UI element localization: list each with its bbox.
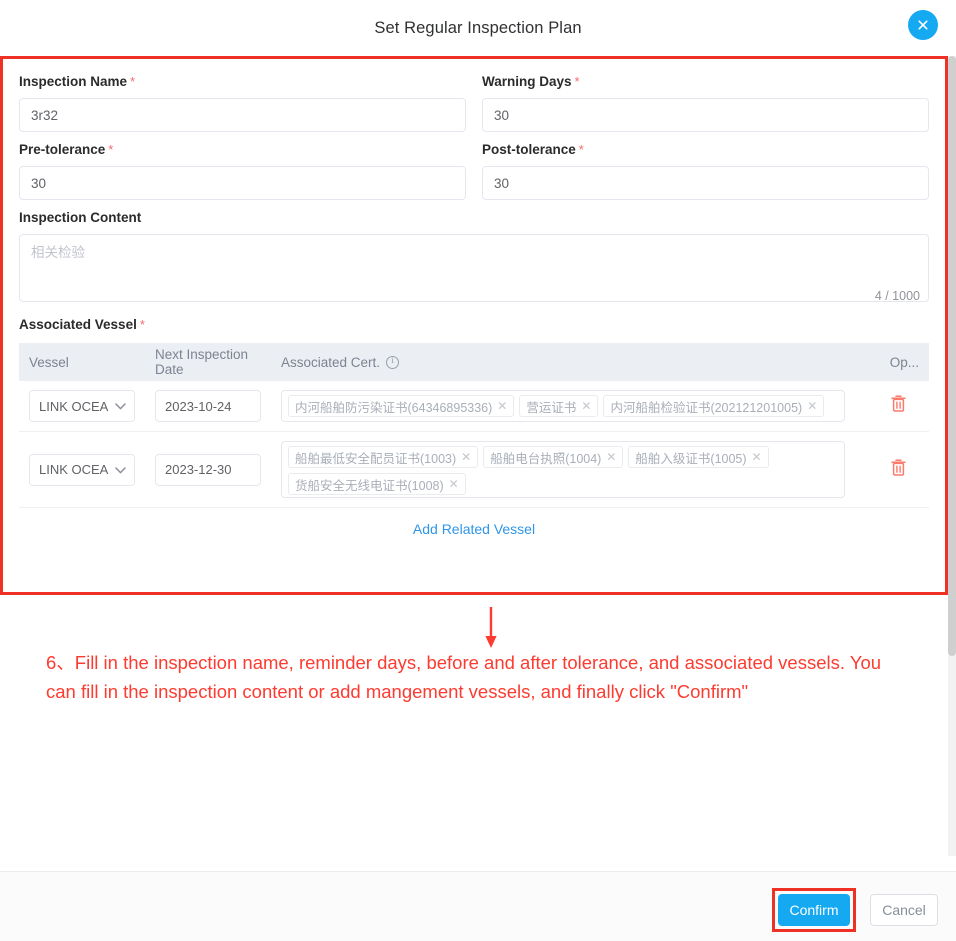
associated-vessel-table: Vessel Next Inspection Date Associated C… bbox=[19, 343, 929, 508]
cancel-button[interactable]: Cancel bbox=[870, 894, 938, 926]
label-warning-days: Warning Days * bbox=[482, 73, 929, 91]
cert-tag-label: 内河船舶防污染证书(64346895336) bbox=[295, 400, 493, 415]
table-row: 船舶最低安全配员证书(1003) ✕ 船舶电台执照(1004) ✕ 船舶入级证书… bbox=[19, 431, 929, 508]
textarea-wrapper: 4 / 1000 bbox=[19, 234, 929, 307]
label-text: Post-tolerance bbox=[482, 142, 576, 157]
vertical-scrollbar-track[interactable] bbox=[948, 56, 956, 856]
cell-date bbox=[145, 381, 271, 432]
dialog-window: Set Regular Inspection Plan Inspection N… bbox=[0, 0, 956, 941]
field-warning-days: Warning Days * bbox=[482, 73, 929, 132]
trash-icon[interactable] bbox=[890, 458, 907, 482]
cell-operation bbox=[855, 431, 929, 508]
info-circle-icon[interactable]: i bbox=[386, 355, 400, 369]
cert-tag-remove-icon[interactable]: ✕ bbox=[581, 400, 591, 412]
th-associated-cert: Associated Cert. i bbox=[271, 343, 855, 381]
cell-vessel bbox=[19, 431, 145, 508]
vertical-scrollbar-thumb[interactable] bbox=[948, 56, 956, 656]
vessel-select-wrapper bbox=[29, 390, 135, 422]
character-counter: 4 / 1000 bbox=[874, 289, 920, 303]
label-text: Warning Days bbox=[482, 74, 572, 89]
cert-tag-remove-icon[interactable]: ✕ bbox=[449, 478, 459, 490]
field-pre-tolerance: Pre-tolerance * bbox=[19, 141, 466, 200]
table-header-row: Vessel Next Inspection Date Associated C… bbox=[19, 343, 929, 381]
th-operation: Op... bbox=[855, 343, 929, 381]
table-header: Vessel Next Inspection Date Associated C… bbox=[19, 343, 929, 381]
cert-tag[interactable]: 营运证书 ✕ bbox=[519, 395, 599, 417]
label-pre-tolerance: Pre-tolerance * bbox=[19, 141, 466, 159]
form-highlight-frame: Inspection Name* Warning Days* Pre-toler… bbox=[0, 56, 948, 595]
next-inspection-date-input[interactable] bbox=[155, 453, 261, 486]
label-inspection-name: Inspection Name * bbox=[19, 73, 466, 91]
cert-tag-label: 船舶电台执照(1004) bbox=[490, 451, 602, 466]
cert-multiselect[interactable]: 内河船舶防污染证书(64346895336) ✕ 营运证书 ✕ 内河船舶检验证书… bbox=[281, 390, 845, 422]
inspection-content-textarea[interactable] bbox=[19, 234, 929, 302]
form-body: Inspection Name* Warning Days* Pre-toler… bbox=[3, 59, 945, 549]
required-marker: * bbox=[574, 74, 580, 89]
th-next-inspection-date: Next Inspection Date bbox=[145, 343, 271, 381]
cert-tag[interactable]: 船舶最低安全配员证书(1003) ✕ bbox=[288, 446, 479, 468]
add-related-vessel-row: Add Related Vessel bbox=[19, 508, 929, 549]
post-tolerance-input[interactable] bbox=[482, 166, 929, 200]
field-row-1: Inspection Name* Warning Days* bbox=[19, 73, 929, 141]
trash-icon[interactable] bbox=[890, 394, 907, 418]
next-inspection-date-input[interactable] bbox=[155, 390, 261, 422]
cert-tag-label: 营运证书 bbox=[526, 400, 577, 415]
add-related-vessel-link[interactable]: Add Related Vessel bbox=[413, 521, 535, 537]
dialog-header: Set Regular Inspection Plan bbox=[0, 0, 956, 56]
cert-tag-remove-icon[interactable]: ✕ bbox=[807, 400, 817, 412]
cert-tag[interactable]: 船舶电台执照(1004) ✕ bbox=[483, 446, 624, 468]
label-inspection-content: Inspection Content bbox=[19, 210, 142, 225]
cert-tag-label: 内河船舶检验证书(202121201005) bbox=[610, 400, 803, 415]
required-marker: * bbox=[578, 142, 584, 157]
cert-tag[interactable]: 船舶入级证书(1005) ✕ bbox=[628, 446, 769, 468]
label-text: Pre-tolerance bbox=[19, 142, 106, 157]
cert-tag-remove-icon[interactable]: ✕ bbox=[606, 451, 616, 463]
field-associated-vessel: Associated Vessel * bbox=[19, 316, 929, 334]
label-post-tolerance: Post-tolerance * bbox=[482, 141, 929, 159]
down-arrow-icon bbox=[481, 607, 501, 649]
cell-certs: 船舶最低安全配员证书(1003) ✕ 船舶电台执照(1004) ✕ 船舶入级证书… bbox=[271, 431, 855, 508]
th-cert-label: Associated Cert. bbox=[281, 354, 381, 370]
field-inspection-name: Inspection Name * bbox=[19, 73, 466, 132]
confirm-button[interactable]: Confirm bbox=[778, 894, 850, 926]
cert-multiselect[interactable]: 船舶最低安全配员证书(1003) ✕ 船舶电台执照(1004) ✕ 船舶入级证书… bbox=[281, 441, 845, 498]
th-cert-inline: Associated Cert. i bbox=[281, 354, 400, 370]
cert-tag-label: 船舶最低安全配员证书(1003) bbox=[295, 451, 457, 466]
label-text: Associated Vessel bbox=[19, 317, 137, 332]
page-title: Set Regular Inspection Plan bbox=[374, 18, 582, 37]
field-inspection-content: Inspection Content 4 / 1000 bbox=[19, 209, 929, 307]
vessel-select[interactable] bbox=[29, 453, 135, 486]
cert-tag-remove-icon[interactable]: ✕ bbox=[497, 400, 507, 412]
cell-date bbox=[145, 431, 271, 508]
required-marker: * bbox=[139, 317, 145, 332]
cert-tag-remove-icon[interactable]: ✕ bbox=[461, 451, 471, 463]
required-marker: * bbox=[130, 74, 136, 89]
field-post-tolerance: Post-tolerance * bbox=[482, 141, 929, 200]
pre-tolerance-input[interactable] bbox=[19, 166, 466, 200]
required-marker: * bbox=[108, 142, 114, 157]
cell-vessel bbox=[19, 381, 145, 432]
field-row-2: Pre-tolerance* Post-tolerance* bbox=[19, 141, 929, 209]
label-associated-vessel: Associated Vessel * bbox=[19, 316, 929, 334]
table-body: 内河船舶防污染证书(64346895336) ✕ 营运证书 ✕ 内河船舶检验证书… bbox=[19, 381, 929, 508]
cert-tag-label: 船舶入级证书(1005) bbox=[635, 451, 747, 466]
cell-operation bbox=[855, 381, 929, 432]
cert-tag[interactable]: 货船安全无线电证书(1008) ✕ bbox=[288, 473, 466, 495]
cell-certs: 内河船舶防污染证书(64346895336) ✕ 营运证书 ✕ 内河船舶检验证书… bbox=[271, 381, 855, 432]
inspection-name-input[interactable] bbox=[19, 98, 466, 132]
vessel-select-wrapper bbox=[29, 453, 135, 486]
cert-tag[interactable]: 内河船舶检验证书(202121201005) ✕ bbox=[603, 395, 825, 417]
warning-days-input[interactable] bbox=[482, 98, 929, 132]
th-vessel: Vessel bbox=[19, 343, 145, 381]
cert-tag[interactable]: 内河船舶防污染证书(64346895336) ✕ bbox=[288, 395, 515, 417]
cert-tag-label: 货船安全无线电证书(1008) bbox=[295, 478, 444, 493]
label-text: Inspection Name bbox=[19, 74, 128, 89]
table-row: 内河船舶防污染证书(64346895336) ✕ 营运证书 ✕ 内河船舶检验证书… bbox=[19, 381, 929, 432]
close-button[interactable] bbox=[908, 10, 938, 40]
close-x-icon bbox=[915, 17, 931, 33]
annotation-text: 6、Fill in the inspection name, reminder … bbox=[46, 652, 882, 702]
cert-tag-remove-icon[interactable]: ✕ bbox=[752, 451, 762, 463]
vessel-select[interactable] bbox=[29, 390, 135, 422]
